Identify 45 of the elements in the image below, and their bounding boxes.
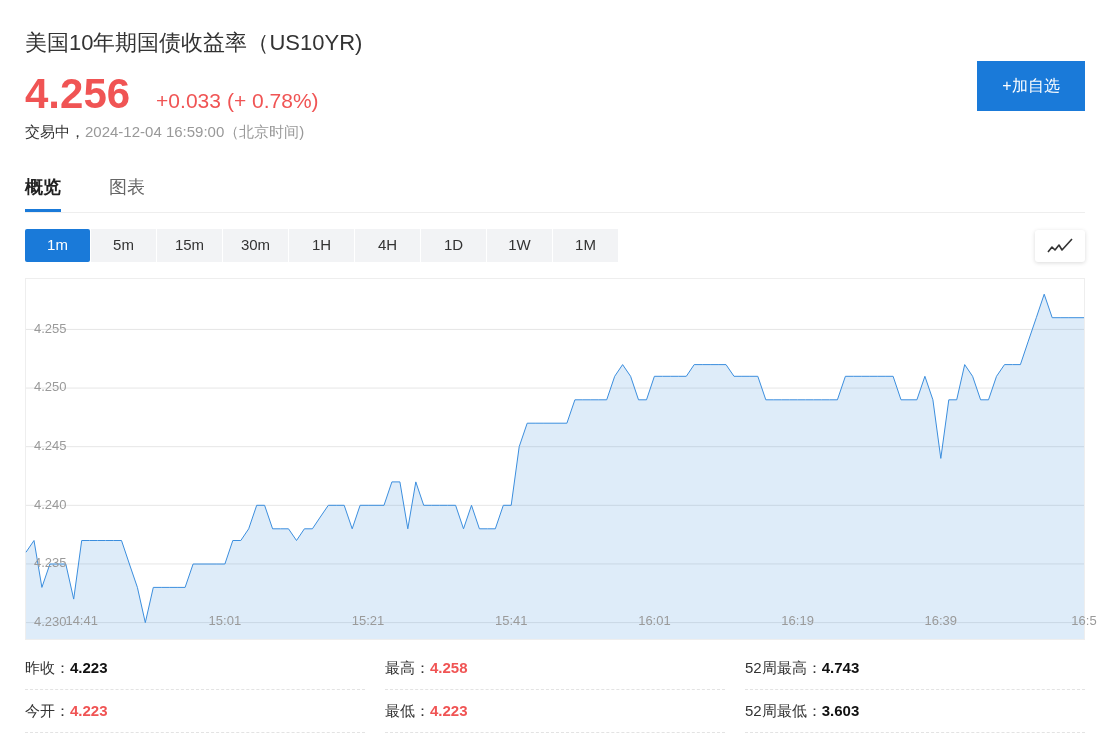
interval-button[interactable]: 5m: [91, 229, 156, 262]
tab[interactable]: 图表: [109, 174, 145, 212]
interval-button[interactable]: 4H: [355, 229, 420, 262]
y-axis-label: 4.230: [34, 614, 67, 629]
interval-button[interactable]: 1m: [25, 229, 90, 262]
y-axis-label: 4.245: [34, 438, 67, 454]
percent-change: (+ 0.78%): [226, 88, 319, 114]
x-axis-label: 15:01: [208, 613, 242, 629]
price-change: +0.033: [156, 88, 221, 114]
interval-button[interactable]: 1W: [487, 229, 552, 262]
timestamp: 2024-12-04 16:59:00（北京时间): [85, 122, 305, 142]
y-axis-label: 4.250: [34, 379, 67, 395]
add-to-watchlist-button[interactable]: +加自选: [977, 61, 1085, 111]
x-axis-label: 15:41: [494, 613, 528, 629]
x-axis-label: 15:21: [351, 613, 385, 629]
stat-label: 最高：: [385, 657, 430, 678]
stat-value: 4.223: [430, 700, 468, 721]
interval-button[interactable]: 1M: [553, 229, 618, 262]
x-axis-label: 16:5: [1071, 613, 1097, 629]
stat-value: 3.603: [821, 700, 860, 721]
stat-label: 最低：: [385, 700, 430, 721]
stat-label: 今开：: [25, 700, 70, 721]
x-axis-label: 16:19: [781, 613, 814, 629]
stat-value: 4.258: [430, 657, 468, 678]
stat-label: 昨收：: [25, 657, 70, 678]
tab[interactable]: 概览: [25, 174, 61, 212]
stat-value: 4.743: [821, 657, 860, 678]
interval-button[interactable]: 30m: [223, 229, 288, 262]
stat-value: 4.223: [70, 657, 108, 678]
line-chart-icon: [1047, 237, 1073, 254]
interval-button[interactable]: 1H: [289, 229, 354, 262]
x-axis-label: 16:39: [924, 613, 958, 629]
trading-status: 交易中，: [25, 122, 85, 142]
interval-button[interactable]: 15m: [157, 229, 222, 262]
y-axis-label: 4.255: [34, 320, 67, 336]
stat-label: 52周最高：: [745, 657, 822, 678]
y-axis-label: 4.240: [34, 496, 67, 512]
chart-type-button[interactable]: [1035, 229, 1085, 262]
x-axis-label: 14:41: [65, 613, 98, 629]
x-axis-label: 16:01: [638, 613, 671, 629]
current-price: 4.256: [25, 70, 131, 118]
stat-value: 4.223: [70, 700, 108, 721]
stat-label: 52周最低：: [745, 700, 822, 721]
interval-button[interactable]: 1D: [421, 229, 486, 262]
page-title: 美国10年期国债收益率（US10YR): [25, 29, 363, 57]
